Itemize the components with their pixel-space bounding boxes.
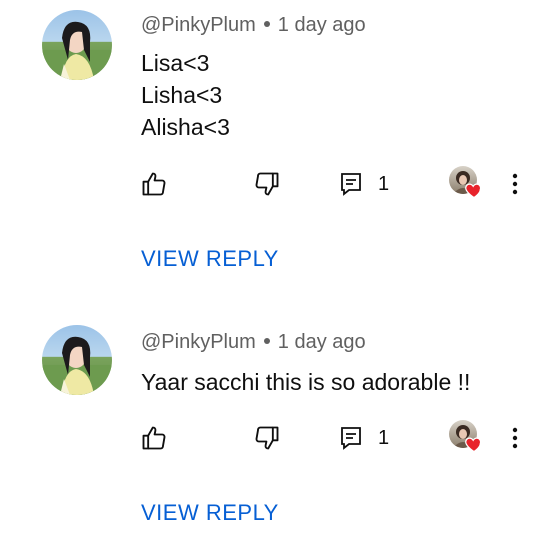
like-button[interactable] bbox=[140, 164, 168, 204]
reply-button[interactable]: 1 bbox=[340, 164, 389, 204]
thumb-down-icon bbox=[255, 426, 279, 450]
comment-reply-icon bbox=[341, 173, 361, 196]
comment-line: Lisa<3 bbox=[141, 50, 210, 76]
comment-line: Lisha<3 bbox=[141, 82, 223, 108]
more-vert-icon bbox=[512, 427, 518, 449]
comment-line: Yaar sacchi this is so adorable !! bbox=[141, 369, 471, 395]
comment-text: Yaar sacchi this is so adorable !! bbox=[141, 366, 470, 398]
comment-thread: @PinkyPlum 1 day ago Lisa<3 Lisha<3 Alish… bbox=[0, 0, 560, 290]
comment-time: 1 day ago bbox=[277, 14, 366, 36]
thumb-up-icon bbox=[142, 426, 166, 450]
comment-thread: @PinkyPlum 1 day ago Yaar sacchi this is … bbox=[0, 318, 560, 560]
separator-dot bbox=[263, 337, 270, 344]
author-name[interactable]: @PinkyPlum bbox=[141, 14, 256, 36]
comment-actions: 1 bbox=[0, 418, 560, 458]
creator-heart-badge bbox=[449, 420, 489, 460]
view-reply-link[interactable]: VIEW REPLY bbox=[141, 500, 279, 526]
comment-time: 1 day ago bbox=[277, 331, 366, 353]
reply-count: 1 bbox=[378, 426, 390, 449]
thumb-up-icon bbox=[142, 172, 166, 196]
more-options-button[interactable] bbox=[505, 164, 525, 204]
like-button[interactable] bbox=[140, 418, 168, 458]
author-name[interactable]: @PinkyPlum bbox=[141, 331, 256, 353]
avatar[interactable] bbox=[42, 10, 112, 80]
comment-reply-icon bbox=[341, 427, 361, 450]
dislike-button[interactable] bbox=[253, 418, 281, 458]
comment-line: Alisha<3 bbox=[141, 114, 230, 140]
heart-icon bbox=[465, 183, 482, 199]
creator-heart-badge bbox=[449, 166, 489, 206]
reply-button[interactable]: 1 bbox=[340, 418, 389, 458]
more-options-button[interactable] bbox=[505, 418, 525, 458]
comment-meta: @PinkyPlum 1 day ago bbox=[141, 14, 366, 37]
comment-actions: 1 bbox=[0, 164, 560, 204]
view-reply-link[interactable]: VIEW REPLY bbox=[141, 246, 279, 272]
reply-count: 1 bbox=[378, 172, 390, 195]
more-vert-icon bbox=[512, 173, 518, 195]
separator-dot bbox=[263, 20, 270, 27]
dislike-button[interactable] bbox=[253, 164, 281, 204]
avatar[interactable] bbox=[42, 325, 112, 395]
comment-meta: @PinkyPlum 1 day ago bbox=[141, 331, 366, 354]
thumb-down-icon bbox=[255, 172, 279, 196]
heart-icon bbox=[465, 437, 482, 453]
comment-text: Lisa<3 Lisha<3 Alisha<3 bbox=[141, 47, 230, 143]
